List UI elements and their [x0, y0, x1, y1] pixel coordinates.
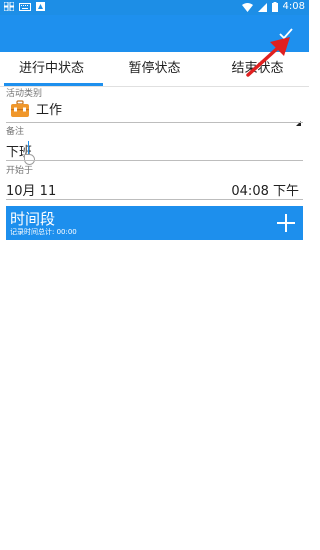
note-divider — [6, 160, 303, 161]
period-total: 记录时间总计: 00:00 — [10, 228, 77, 236]
keyboard-icon — [19, 2, 31, 11]
tab-paused[interactable]: 暂停状态 — [103, 52, 206, 86]
category-value: 工作 — [36, 103, 63, 118]
done-button[interactable] — [272, 19, 300, 47]
app-bar — [0, 15, 309, 52]
app-grid-icon — [4, 2, 14, 11]
briefcase-icon — [11, 99, 29, 117]
dropdown-arrow-icon — [296, 116, 301, 126]
status-tabs: 进行中状态 暂停状态 结束状态 — [0, 52, 309, 86]
category-select[interactable]: 工作 — [10, 99, 62, 118]
start-divider — [6, 199, 303, 200]
status-left — [4, 2, 45, 11]
status-bar: 4:08 — [0, 0, 309, 15]
status-right: 4:08 — [241, 1, 305, 13]
add-period-button[interactable] — [275, 212, 297, 234]
category-label: 活动类别 — [6, 89, 43, 99]
tabs-divider — [0, 86, 309, 87]
period-title: 时间段 — [10, 210, 56, 228]
check-icon — [279, 27, 293, 39]
battery-icon — [271, 2, 278, 12]
wifi-icon — [241, 2, 253, 12]
notification-icon — [36, 2, 45, 11]
signal-icon — [257, 2, 267, 12]
start-label: 开始于 — [6, 166, 34, 176]
start-date[interactable]: 10月 11 — [6, 180, 56, 199]
note-input[interactable] — [6, 140, 303, 160]
category-divider — [6, 122, 303, 123]
status-time: 4:08 — [282, 1, 305, 12]
note-label: 备注 — [6, 127, 25, 137]
start-time[interactable]: 04:08 下午 — [231, 180, 299, 199]
time-period-header: 时间段 记录时间总计: 00:00 — [6, 206, 303, 240]
tab-ended[interactable]: 结束状态 — [206, 52, 309, 86]
tab-in-progress[interactable]: 进行中状态 — [0, 52, 103, 86]
